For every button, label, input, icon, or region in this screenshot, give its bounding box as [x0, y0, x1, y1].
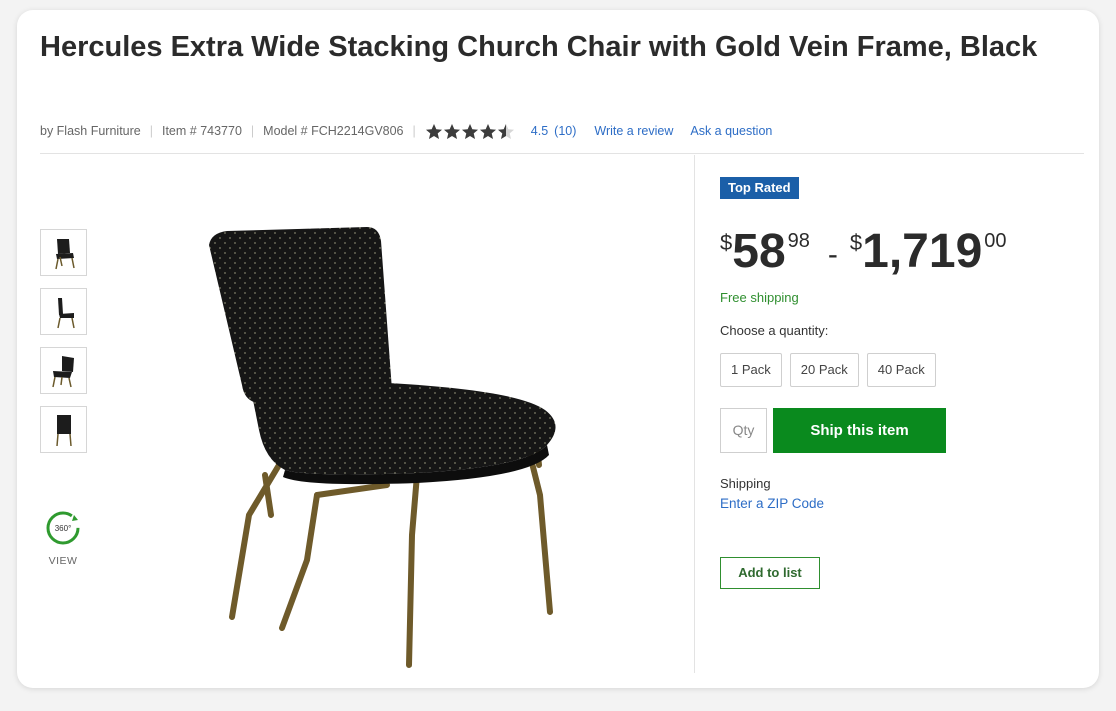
choose-quantity-label: Choose a quantity:	[720, 323, 829, 338]
star-icon	[497, 123, 515, 140]
chair-side-thumbnail[interactable]	[40, 288, 87, 335]
price-range: $ 58 98 - $ 1,719 00	[720, 224, 1007, 280]
star-icon	[479, 123, 497, 140]
free-shipping-label: Free shipping	[720, 290, 799, 305]
ship-this-item-button[interactable]: Ship this item	[773, 408, 946, 453]
view-360-button[interactable]: 360° VIEW	[43, 508, 83, 567]
price-high-cents: 00	[984, 230, 1007, 252]
chair-front-thumbnail[interactable]	[40, 229, 87, 276]
price-high-whole: 1,719	[862, 225, 983, 278]
pack-options: 1 Pack 20 Pack 40 Pack	[720, 353, 936, 387]
view-360-icon-text: 360°	[55, 524, 72, 533]
chair-back-thumbnail[interactable]	[40, 406, 87, 453]
star-icon	[443, 123, 461, 140]
brand-link[interactable]: by Flash Furniture	[40, 124, 141, 138]
price-low-currency: $	[720, 230, 733, 255]
divider-vertical	[694, 155, 695, 673]
top-rated-badge: Top Rated	[720, 177, 799, 199]
star-icon	[425, 123, 443, 140]
star-icon	[461, 123, 479, 140]
divider-horizontal	[40, 153, 1084, 154]
product-title: Hercules Extra Wide Stacking Church Chai…	[40, 31, 1038, 63]
product-main-image[interactable]	[187, 215, 557, 670]
pack-option-1[interactable]: 1 Pack	[720, 353, 782, 387]
item-number: Item # 743770	[161, 124, 242, 138]
view-360-label: VIEW	[48, 555, 78, 567]
rotate-360-icon: 360°	[46, 511, 80, 545]
chair-angle-thumbnail[interactable]	[40, 347, 87, 394]
enter-zip-link[interactable]: Enter a ZIP Code	[720, 496, 824, 511]
quantity-input[interactable]: Qty	[720, 408, 767, 453]
pack-option-40[interactable]: 40 Pack	[866, 353, 936, 387]
pack-option-20[interactable]: 20 Pack	[789, 353, 859, 387]
rating-count[interactable]: (10)	[554, 124, 576, 138]
price-low-cents: 98	[787, 230, 810, 252]
price-high-currency: $	[849, 230, 863, 255]
divider: |	[149, 124, 153, 138]
star-rating[interactable]	[425, 123, 515, 140]
divider: |	[412, 124, 416, 138]
price-low-whole: 58	[732, 225, 786, 278]
rating-value[interactable]: 4.5	[531, 124, 548, 138]
product-meta: by Flash Furniture | Item # 743770 | Mod…	[40, 122, 772, 140]
write-review-link[interactable]: Write a review	[594, 124, 673, 138]
add-to-list-button[interactable]: Add to list	[720, 557, 820, 589]
divider: |	[250, 124, 255, 138]
price-dash: -	[827, 238, 838, 271]
shipping-label: Shipping	[720, 476, 771, 491]
product-card: Hercules Extra Wide Stacking Church Chai…	[17, 10, 1099, 688]
model-number: Model # FCH2214GV806	[263, 124, 404, 138]
ask-question-link[interactable]: Ask a question	[690, 124, 772, 138]
